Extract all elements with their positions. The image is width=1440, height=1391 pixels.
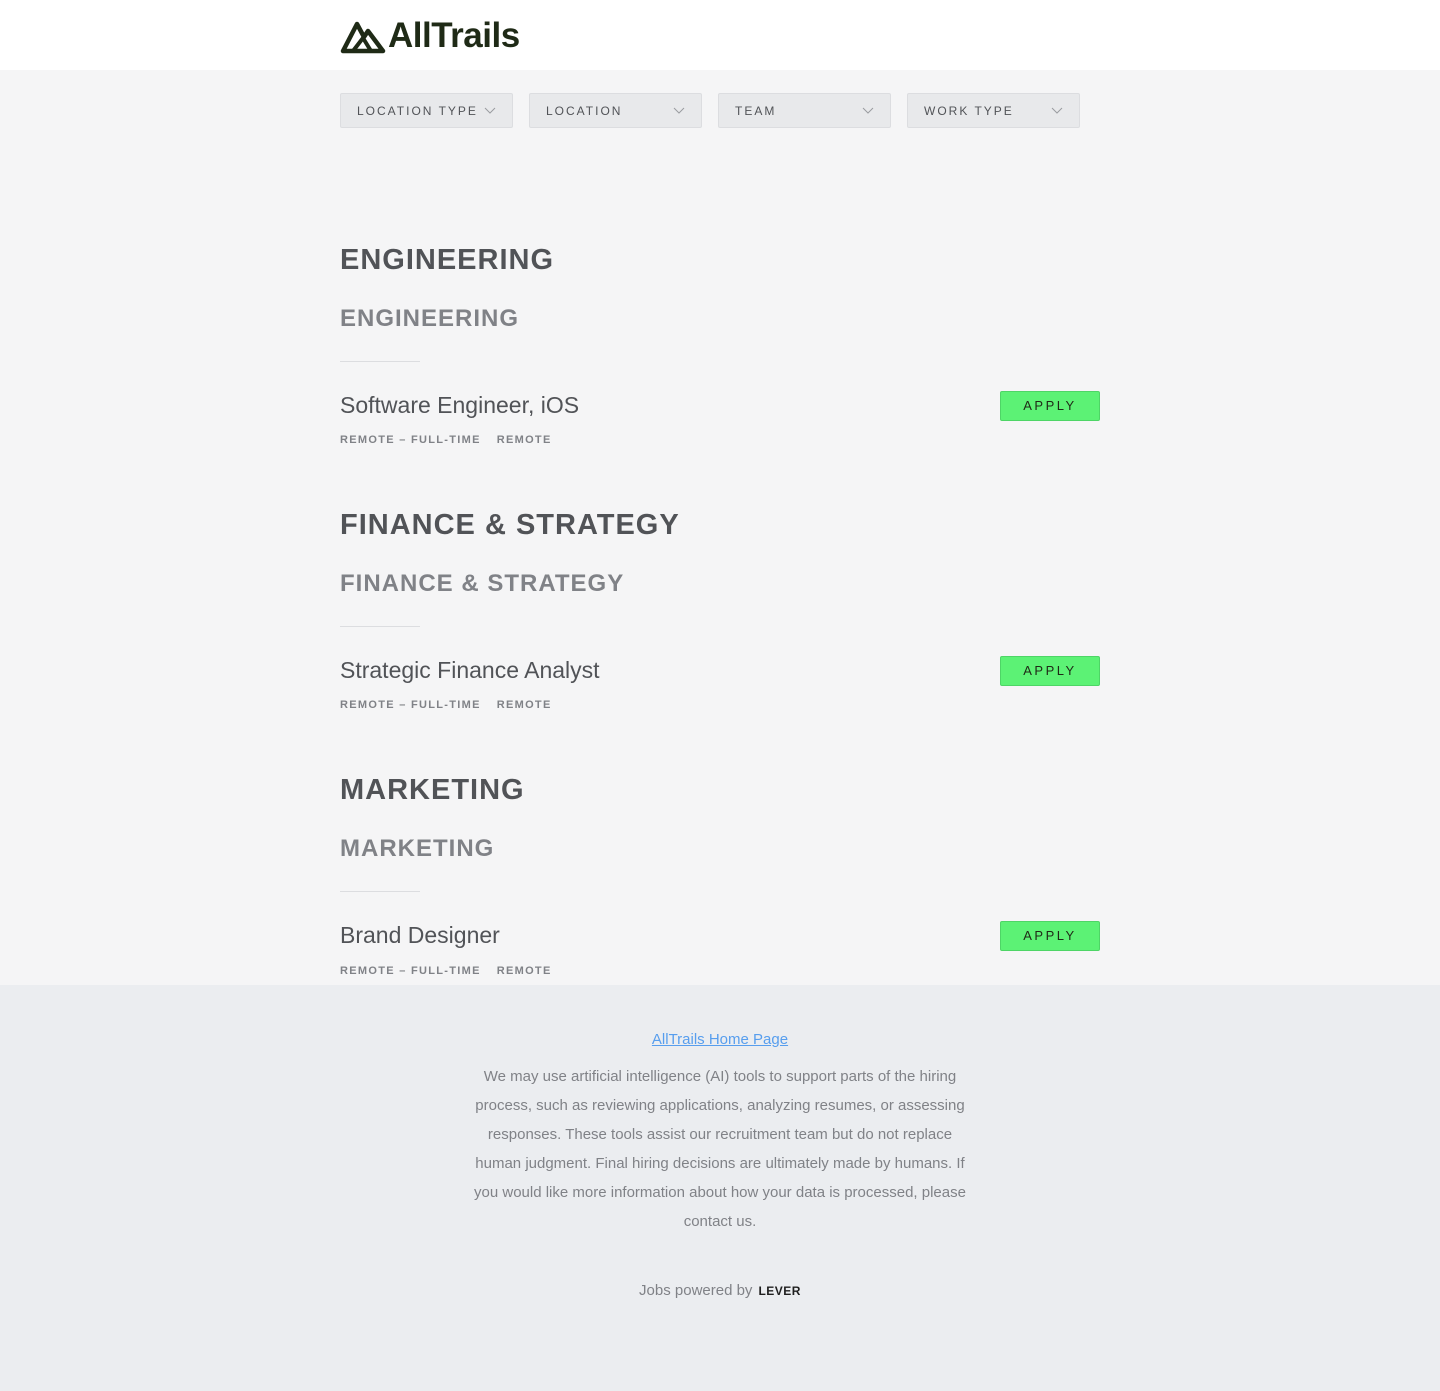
postings-main: LOCATION TYPE LOCATION TEAM WORK TYPE EN… <box>340 70 1100 985</box>
divider <box>340 891 420 892</box>
filter-label: WORK TYPE <box>924 104 1014 118</box>
chevron-down-icon <box>862 107 874 114</box>
filter-bar: LOCATION TYPE LOCATION TEAM WORK TYPE <box>340 93 1080 128</box>
apply-button[interactable]: APPLY <box>1000 391 1100 421</box>
divider <box>340 361 420 362</box>
department-group-finance: FINANCE & STRATEGY FINANCE & STRATEGY St… <box>340 508 1100 711</box>
filter-label: LOCATION TYPE <box>357 104 478 118</box>
filter-label: LOCATION <box>546 104 623 118</box>
department-group-marketing: MARKETING MARKETING Brand Designer REMOT… <box>340 773 1100 977</box>
logo-text: AllTrails <box>388 16 520 55</box>
team-heading: MARKETING <box>340 835 495 862</box>
mountain-logo-icon <box>340 21 386 54</box>
filter-work-type[interactable]: WORK TYPE <box>907 93 1080 128</box>
powered-by: Jobs powered by LEVER <box>0 1281 1440 1301</box>
posting-location: REMOTE <box>496 434 552 446</box>
team-heading: ENGINEERING <box>340 305 520 332</box>
site-footer: AllTrails Home Page We may use artificia… <box>0 985 1440 1391</box>
powered-by-text: Jobs powered by <box>639 1282 753 1299</box>
chevron-down-icon <box>673 107 685 114</box>
divider <box>340 626 420 627</box>
posting-meta: REMOTE – FULL-TIME REMOTE <box>340 698 552 712</box>
department-heading: ENGINEERING <box>340 244 555 276</box>
posting-commitment: REMOTE – FULL-TIME <box>340 965 481 977</box>
lever-logo-link[interactable]: LEVER <box>758 1284 801 1298</box>
filter-location-type[interactable]: LOCATION TYPE <box>340 93 513 128</box>
chevron-down-icon <box>1051 107 1063 114</box>
posting-title-link[interactable]: Strategic Finance Analyst <box>340 656 600 684</box>
filter-team[interactable]: TEAM <box>718 93 891 128</box>
posting-title-link[interactable]: Brand Designer <box>340 921 500 949</box>
filter-location[interactable]: LOCATION <box>529 93 702 128</box>
posting-location: REMOTE <box>496 699 552 711</box>
apply-button[interactable]: APPLY <box>1000 656 1100 686</box>
home-page-link: AllTrails Home Page <box>0 1030 1440 1050</box>
filter-label: TEAM <box>735 104 777 118</box>
apply-button[interactable]: APPLY <box>1000 921 1100 951</box>
posting-commitment: REMOTE – FULL-TIME <box>340 434 481 446</box>
posting-meta: REMOTE – FULL-TIME REMOTE <box>340 433 552 447</box>
site-header: AllTrails <box>0 0 1440 70</box>
department-heading: FINANCE & STRATEGY <box>340 509 680 541</box>
posting-location: REMOTE <box>496 965 552 977</box>
team-heading: FINANCE & STRATEGY <box>340 570 625 597</box>
department-group-engineering: ENGINEERING ENGINEERING Software Enginee… <box>340 243 1100 446</box>
posting-commitment: REMOTE – FULL-TIME <box>340 699 481 711</box>
posting-title-link[interactable]: Software Engineer, iOS <box>340 391 579 419</box>
alltrails-logo[interactable]: AllTrails <box>340 17 520 55</box>
home-page-link-text[interactable]: AllTrails Home Page <box>652 1031 788 1048</box>
ai-notice-text: We may use artificial intelligence (AI) … <box>474 1068 966 1230</box>
posting-meta: REMOTE – FULL-TIME REMOTE <box>340 964 552 978</box>
department-heading: MARKETING <box>340 774 525 806</box>
chevron-down-icon <box>484 107 496 114</box>
